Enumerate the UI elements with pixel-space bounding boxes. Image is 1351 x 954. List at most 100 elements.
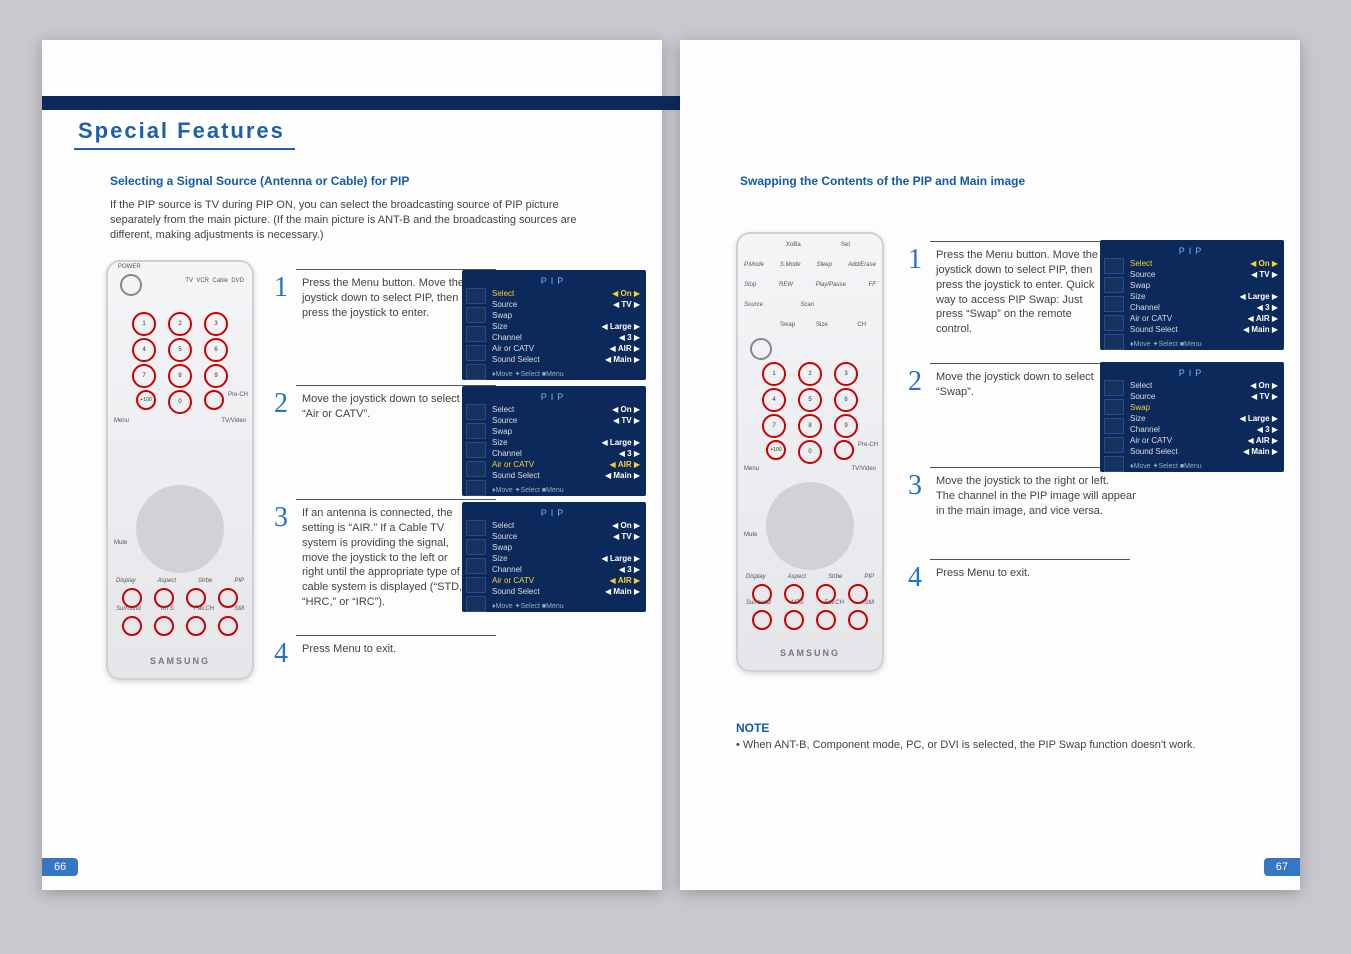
step-text: Press the Menu button. Move the joystick… [936, 248, 1108, 337]
num-0: 0 [168, 390, 192, 414]
joystick-pad [766, 482, 854, 570]
osd-footer: ♦Move ✦Select ■Menu [492, 370, 564, 378]
num-1: 1 [132, 312, 156, 336]
num-4: 4 [762, 388, 786, 412]
tvvideo-label: TV/Video [221, 418, 246, 424]
num-2: 2 [798, 362, 822, 386]
swap-label: Swap [780, 322, 795, 328]
row-labels-1: DisplayAspectStrbePIP [746, 574, 874, 580]
manual-spread: Special Features Selecting a Signal Sour… [0, 0, 1351, 954]
osd-title: PIP [466, 508, 642, 518]
display-btn [122, 588, 142, 608]
osd-title: PIP [1104, 368, 1280, 378]
step-text: If an antenna is connected, the setting … [302, 506, 470, 610]
section-title-right: Swapping the Contents of the PIP and Mai… [740, 174, 1025, 188]
page-number-right: 67 [1264, 858, 1300, 876]
pip-btn [218, 588, 238, 608]
step-number: 4 [274, 638, 288, 670]
joystick-pad [136, 485, 224, 573]
source-scan-labels: SourceScan [744, 302, 814, 308]
source-labels: TV VCR Cable DVD [185, 278, 244, 284]
osd-swap-1: PIP Select◀ On ▶ Source◀ TV ▶ Swap Size◀… [1100, 240, 1284, 350]
page-right: Swapping the Contents of the PIP and Mai… [680, 40, 1300, 890]
step-number: 1 [274, 272, 288, 304]
remote-control-illustration-right: XoBa Set P.ModeS.ModeSleepAdd/Erase Stop… [736, 232, 884, 672]
osd-footer: ♦Move ✦Select ■Menu [492, 602, 564, 610]
aspect-btn [154, 588, 174, 608]
remote-brand: SAMSUNG [736, 648, 884, 658]
osd-rows: Select◀ On ▶ Source◀ TV ▶ Swap Size◀ Lar… [492, 288, 640, 365]
chapter-heading: Special Features [74, 116, 295, 150]
favch-btn [816, 610, 836, 630]
surround-btn [122, 616, 142, 636]
step-text: Move the joystick down to select “Swap”. [936, 370, 1108, 400]
num-6: 6 [834, 388, 858, 412]
strobe-btn [186, 588, 206, 608]
menu-label: Menu [744, 466, 759, 472]
num-5: 5 [798, 388, 822, 412]
top-row-labels: P.ModeS.ModeSleepAdd/Erase [744, 262, 876, 268]
power-icon [120, 274, 142, 296]
osd-title: PIP [466, 392, 642, 402]
remote-brand: SAMSUNG [106, 656, 254, 666]
num-4: 4 [132, 338, 156, 362]
transport-labels: StopREWPlay/PauseFF [744, 282, 876, 288]
step-number: 1 [908, 244, 922, 276]
power-icon [750, 338, 772, 360]
osd-step1: PIP Select◀ On ▶ Source◀ TV ▶ Swap Size◀… [462, 270, 646, 380]
num-8: 8 [168, 364, 192, 388]
num-0: 0 [798, 440, 822, 464]
xoba-label: XoBa [786, 242, 801, 248]
osd-footer: ♦Move ✦Select ■Menu [1130, 462, 1202, 470]
num-plus100: +100 [766, 440, 786, 460]
osd-title: PIP [1104, 246, 1280, 256]
num-5: 5 [168, 338, 192, 362]
size-label: Size [816, 322, 828, 328]
num-7: 7 [762, 414, 786, 438]
mute-label: Mute [744, 532, 757, 538]
favch-btn [186, 616, 206, 636]
still-btn [848, 610, 868, 630]
osd-footer: ♦Move ✦Select ■Menu [492, 486, 564, 494]
osd-swap-2: PIP Select◀ On ▶ Source◀ TV ▶ Swap Size◀… [1100, 362, 1284, 472]
step-text: Press the Menu button. Move the joystick… [302, 276, 470, 321]
section-title-left: Selecting a Signal Source (Antenna or Ca… [110, 174, 409, 188]
num-9: 9 [204, 364, 228, 388]
row-labels-2: SurroundMTSFav.CHStill [746, 600, 874, 606]
num-3: 3 [834, 362, 858, 386]
step-number: 3 [274, 502, 288, 534]
mts-btn [154, 616, 174, 636]
step-number: 2 [274, 388, 288, 420]
num-8: 8 [798, 414, 822, 438]
num-6: 6 [204, 338, 228, 362]
num-9: 9 [834, 414, 858, 438]
set-label: Set [841, 242, 850, 248]
step-text: Move the joystick down to select “Air or… [302, 392, 470, 422]
step-number: 2 [908, 366, 922, 398]
tvvideo-label: TV/Video [851, 466, 876, 472]
remote-control-illustration: POWER TV VCR Cable DVD 1 2 3 4 5 6 7 8 9… [106, 260, 254, 680]
num-plus100: +100 [136, 390, 156, 410]
osd-step3: PIP Select◀ On ▶ Source◀ TV ▶ Swap Size◀… [462, 502, 646, 612]
menu-label: Menu [114, 418, 129, 424]
mts-btn [784, 610, 804, 630]
num-2: 2 [168, 312, 192, 336]
note-body: • When ANT-B, Component mode, PC, or DVI… [736, 738, 1256, 753]
num-1: 1 [762, 362, 786, 386]
step-text: Press Menu to exit. [302, 642, 470, 657]
row-labels-1: DisplayAspectStrbePIP [116, 578, 244, 584]
num-3: 3 [204, 312, 228, 336]
power-label: POWER [118, 264, 141, 270]
page-left: Special Features Selecting a Signal Sour… [42, 40, 662, 890]
osd-footer: ♦Move ✦Select ■Menu [1130, 340, 1202, 348]
step-number: 3 [908, 470, 922, 502]
num-7: 7 [132, 364, 156, 388]
osd-title: PIP [466, 276, 642, 286]
ch-label: CH [857, 322, 866, 328]
prech-label: Pre-CH [858, 442, 878, 448]
prech-label: Pre-CH [228, 392, 248, 398]
surround-btn [752, 610, 772, 630]
note-heading: NOTE [736, 721, 769, 735]
step-number: 4 [908, 562, 922, 594]
blank-btn [204, 390, 224, 410]
